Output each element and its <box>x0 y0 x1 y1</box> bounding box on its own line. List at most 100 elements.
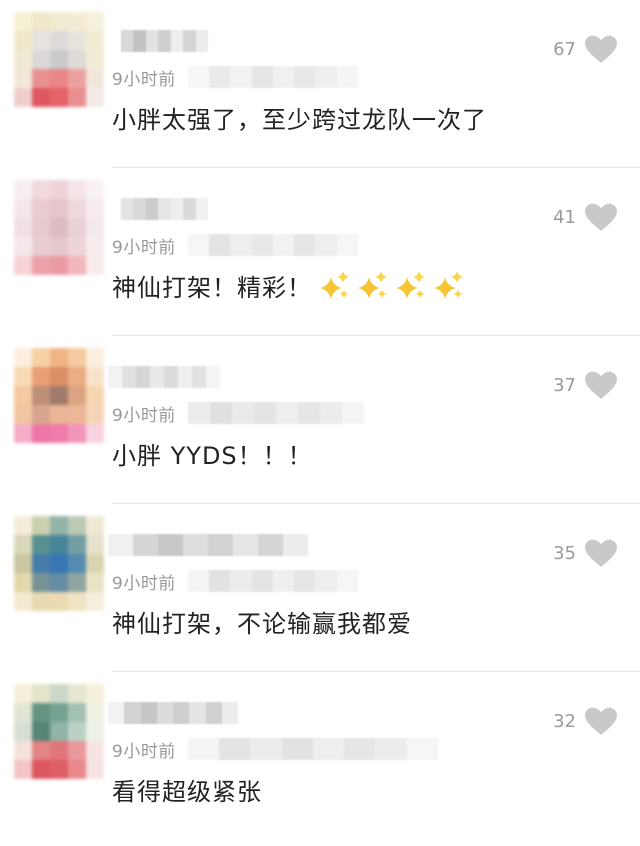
like-button[interactable]: 67 <box>553 34 618 64</box>
blur-block <box>187 234 210 256</box>
blur-block <box>315 66 337 88</box>
blur-block <box>108 366 122 388</box>
avatar-pixel <box>68 348 86 367</box>
avatar-pixel <box>14 684 32 703</box>
like-button[interactable]: 41 <box>553 202 618 232</box>
blur-block <box>294 66 316 88</box>
avatar-pixel <box>68 760 86 779</box>
avatar-pixel <box>50 424 68 443</box>
avatar-pixel <box>14 386 32 405</box>
blur-block <box>183 534 208 556</box>
avatar-pixel <box>14 424 32 443</box>
blur-block <box>272 234 295 256</box>
avatar-pixel <box>86 256 104 275</box>
avatar-pixel <box>68 386 86 405</box>
like-button[interactable]: 35 <box>553 538 618 568</box>
comment-text: 神仙打架，不论输赢我都爱 <box>112 610 412 638</box>
avatar-pixel <box>14 256 32 275</box>
avatar-pixel <box>50 88 68 107</box>
avatar-pixel <box>68 516 86 535</box>
blur-block <box>209 234 231 256</box>
blur-block <box>230 234 252 256</box>
avatar-pixel <box>86 348 104 367</box>
like-button[interactable]: 37 <box>553 370 618 400</box>
avatar-pixel <box>14 367 32 386</box>
avatar-pixel <box>32 554 50 573</box>
blur-block <box>205 702 222 724</box>
avatar-pixel <box>14 703 32 722</box>
blur-block <box>173 702 190 724</box>
blur-block <box>183 198 196 220</box>
username-blurred[interactable] <box>108 534 308 556</box>
avatar[interactable] <box>14 180 104 276</box>
avatar-pixel <box>86 69 104 88</box>
blur-block <box>406 738 438 760</box>
avatar-pixel <box>86 760 104 779</box>
comment-text: 看得超级紧张 <box>112 778 262 806</box>
avatar-pixel <box>50 31 68 50</box>
blur-block <box>136 366 150 388</box>
blur-block <box>336 234 358 256</box>
avatar[interactable] <box>14 516 104 612</box>
username-blurred[interactable] <box>108 198 208 220</box>
heart-icon[interactable] <box>584 202 618 232</box>
blur-block <box>187 402 210 424</box>
heart-icon[interactable] <box>584 706 618 736</box>
avatar-pixel <box>68 405 86 424</box>
blur-block <box>336 66 358 88</box>
avatar-pixel <box>68 237 86 256</box>
avatar-pixel <box>14 348 32 367</box>
comment-meta: 9小时前 <box>112 736 438 762</box>
like-count: 67 <box>553 38 576 60</box>
blur-block <box>341 402 364 424</box>
avatar-pixel <box>32 386 50 405</box>
avatar-pixel <box>68 256 86 275</box>
avatar-pixel <box>68 199 86 218</box>
blur-block <box>315 570 337 592</box>
avatar-pixel <box>50 741 68 760</box>
sparkles-icon <box>434 271 463 299</box>
avatar-pixel <box>32 237 50 256</box>
username-blurred[interactable] <box>108 30 208 52</box>
heart-icon[interactable] <box>584 370 618 400</box>
blur-block <box>170 30 183 52</box>
comment-item: 9小时前 小胖 YYDS！！！ 37 <box>0 336 640 504</box>
avatar-pixel <box>32 760 50 779</box>
avatar-pixel <box>14 218 32 237</box>
avatar-pixel <box>32 405 50 424</box>
heart-icon[interactable] <box>584 538 618 568</box>
avatar[interactable] <box>14 12 104 108</box>
sparkles-emoji-group <box>312 271 464 302</box>
blur-block <box>189 702 206 724</box>
avatar[interactable] <box>14 348 104 444</box>
avatar-pixel <box>86 218 104 237</box>
avatar-pixel <box>14 69 32 88</box>
heart-icon[interactable] <box>584 34 618 64</box>
like-count: 37 <box>553 374 576 396</box>
username-blurred[interactable] <box>108 366 220 388</box>
blur-block <box>108 702 125 724</box>
blur-block <box>230 66 252 88</box>
avatar-pixel <box>14 535 32 554</box>
blur-block <box>187 570 210 592</box>
blur-block <box>272 570 295 592</box>
avatar-pixel <box>68 592 86 611</box>
sparkles-icon <box>320 271 349 299</box>
avatar-pixel <box>86 199 104 218</box>
avatar[interactable] <box>14 684 104 780</box>
comment-text: 小胖 YYDS！！！ <box>112 442 313 470</box>
like-button[interactable]: 32 <box>553 706 618 736</box>
avatar-pixel <box>86 12 104 31</box>
username-blurred[interactable] <box>108 702 238 724</box>
blur-block <box>120 198 133 220</box>
blur-block <box>195 198 208 220</box>
avatar-pixel <box>68 88 86 107</box>
blur-block <box>178 366 192 388</box>
blur-block <box>108 198 121 220</box>
comment-text-content: 神仙打架！精彩！ <box>112 274 312 302</box>
avatar-pixel <box>50 592 68 611</box>
avatar-pixel <box>14 199 32 218</box>
blur-block <box>251 234 273 256</box>
avatar-pixel <box>14 573 32 592</box>
avatar-pixel <box>86 424 104 443</box>
